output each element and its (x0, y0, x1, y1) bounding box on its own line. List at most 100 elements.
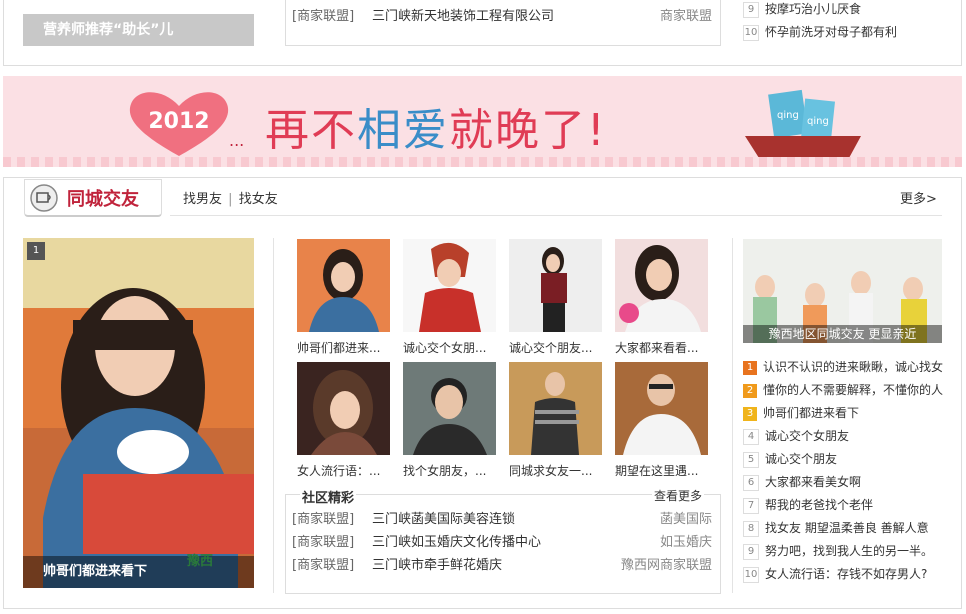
partner-row[interactable]: [商家联盟] 三门峡新天地装饰工程有限公司 商家联盟 (292, 6, 712, 28)
rank-text[interactable]: 认识不认识的进来瞅瞅，诚心找女 (763, 360, 943, 374)
site-watermark: 豫西 (187, 554, 214, 569)
community-name[interactable]: 三门峡如玉婚庆文化传播中心 (372, 532, 541, 554)
column-divider (732, 238, 733, 593)
stamp-text-2: qing (807, 116, 829, 127)
thumb-photo[interactable] (615, 362, 708, 455)
rank-text[interactable]: 帮我的老爸找个老伴 (765, 498, 873, 512)
rank-text[interactable]: 大家都来看美女啊 (765, 475, 861, 489)
rank-item[interactable]: 4 诚心交个女朋友 (743, 425, 943, 448)
thumb-caption[interactable]: 同城求女友一... (509, 462, 605, 479)
community-row[interactable]: [商家联盟] 三门峡如玉婚庆文化传播中心 如玉婚庆 (292, 532, 712, 554)
slogan-part-2: 相爱 (357, 105, 449, 156)
more-link[interactable]: 更多> (900, 188, 937, 207)
thumb-photo[interactable] (509, 362, 602, 455)
community-row[interactable]: [商家联盟] 三门峡市牵手鲜花婚庆 豫西网商家联盟 (292, 555, 712, 577)
section-title: 同城交友 (67, 189, 139, 210)
rank-number: 6 (743, 474, 759, 491)
nutrition-promo-link[interactable]: 营养师推荐“助长”儿 (23, 14, 254, 46)
rank-text[interactable]: 诚心交个朋友 (765, 452, 837, 466)
feature-caption[interactable]: 帅哥们都进来看下 (23, 556, 254, 588)
rank-number: 7 (743, 497, 759, 514)
slide-index: 1 (27, 242, 45, 260)
thumb-photo[interactable] (297, 362, 390, 455)
thumb-caption[interactable]: 诚心交个女朋... (403, 339, 499, 356)
rank-text[interactable]: 女人流行语：存钱不如存男人? (765, 567, 927, 581)
thumb-image (419, 242, 481, 332)
rank-item[interactable]: 3 帅哥们都进来看下 (743, 402, 943, 425)
rank-number: 5 (743, 451, 759, 468)
rank-item[interactable]: 10 女人流行语：存钱不如存男人? (743, 563, 943, 586)
promo-banner[interactable]: 2012 ... 再不相爱就晚了! qing qing (3, 76, 962, 167)
rank-item[interactable]: 6 大家都来看美女啊 (743, 471, 943, 494)
rank-number: 9 (743, 1, 759, 18)
thumb-image (619, 245, 701, 332)
partner-name[interactable]: 三门峡新天地装饰工程有限公司 (372, 6, 554, 28)
community-name[interactable]: 三门峡菡美国际美容连锁 (372, 509, 515, 531)
sub-nav: 找男友 | 找女友 (183, 188, 278, 207)
side-photo-caption[interactable]: 豫西地区同城交友 更显亲近 (743, 325, 942, 343)
cup-icon (30, 184, 58, 212)
rank-text[interactable]: 按摩巧治小儿厌食 (765, 2, 861, 16)
rank-text[interactable]: 诚心交个女朋友 (765, 429, 849, 443)
heart-2012-icon: 2012 ... (129, 92, 244, 156)
thumb-caption[interactable]: 找个女朋友，... (403, 462, 499, 479)
thumb-caption[interactable]: 女人流行语：... (297, 462, 393, 479)
rank-item[interactable]: 10 怀孕前洗牙对母子都有利 (743, 21, 897, 44)
thumb-image (413, 378, 487, 455)
thumb-image (541, 247, 567, 332)
thumb-caption[interactable]: 帅哥们都进来... (297, 339, 393, 356)
thumb-image (531, 372, 579, 455)
partner-source[interactable]: 商家联盟 (660, 6, 712, 28)
rank-item[interactable]: 2 懂你的人不需要解释，不懂你的人 (743, 379, 943, 402)
section-header: 同城交友 (24, 179, 162, 217)
feature-person-image (23, 238, 254, 588)
rank-text[interactable]: 找女友 期望温柔善良 善解人意 (765, 521, 929, 535)
thumb-image (309, 249, 379, 332)
community-source[interactable]: 豫西网商家联盟 (621, 555, 712, 577)
banner-slogan: 再不相爱就晚了! (265, 94, 607, 158)
thumb-photo[interactable] (403, 362, 496, 455)
top-partner-list: [商家联盟] 三门峡新天地装饰工程有限公司 商家联盟 (285, 0, 721, 46)
rank-item[interactable]: 9 努力吧，找到我人生的另一半。 (743, 540, 943, 563)
community-tag: [商家联盟] (292, 535, 355, 550)
rank-number: 3 (743, 406, 757, 421)
rank-text[interactable]: 怀孕前洗牙对母子都有利 (765, 25, 897, 39)
community-source[interactable]: 如玉婚庆 (660, 532, 712, 554)
thumb-photo[interactable] (297, 239, 390, 332)
community-tag: [商家联盟] (292, 512, 355, 527)
rank-text[interactable]: 懂你的人不需要解释，不懂你的人 (763, 383, 943, 397)
community-source[interactable]: 菡美国际 (660, 509, 712, 531)
thumb-caption[interactable]: 诚心交个朋友... (509, 339, 605, 356)
feature-photo[interactable]: 1 帅哥们都进来看下 豫西 (23, 238, 254, 588)
community-row[interactable]: [商家联盟] 三门峡菡美国际美容连锁 菡美国际 (292, 509, 712, 531)
banner-year: 2012 (148, 109, 209, 134)
slogan-part-3: 就晚了! (449, 105, 607, 156)
find-girlfriend-link[interactable]: 找女友 (239, 192, 278, 207)
thumb-caption[interactable]: 期望在这里遇... (615, 462, 711, 479)
header-divider (170, 215, 942, 216)
side-photo[interactable]: 豫西地区同城交友 更显亲近 (743, 239, 942, 343)
thumb-image (311, 370, 377, 455)
rank-item[interactable]: 1 认识不认识的进来瞅瞅，诚心找女 (743, 356, 943, 379)
thumb-photo[interactable] (615, 239, 708, 332)
rank-item[interactable]: 9 按摩巧治小儿厌食 (743, 0, 897, 21)
column-divider (273, 238, 274, 593)
community-name[interactable]: 三门峡市牵手鲜花婚庆 (372, 555, 502, 577)
rank-number: 8 (743, 520, 759, 537)
rank-item[interactable]: 5 诚心交个朋友 (743, 448, 943, 471)
rank-item[interactable]: 8 找女友 期望温柔善良 善解人意 (743, 517, 943, 540)
rank-number: 9 (743, 543, 759, 560)
slogan-part-1: 再不 (265, 105, 357, 156)
thumb-caption[interactable]: 大家都来看看... (615, 339, 711, 356)
thumb-photo[interactable] (403, 239, 496, 332)
banner-dotted-border (3, 157, 962, 167)
community-more-link[interactable]: 查看更多 (651, 487, 704, 504)
community-title: 社区精彩 (300, 487, 357, 506)
rank-text[interactable]: 帅哥们都进来看下 (763, 406, 859, 420)
rank-item[interactable]: 7 帮我的老爸找个老伴 (743, 494, 943, 517)
rank-text[interactable]: 努力吧，找到我人生的另一半。 (765, 544, 933, 558)
find-boyfriend-link[interactable]: 找男友 (183, 192, 222, 207)
rank-number: 1 (743, 360, 757, 375)
thumb-photo[interactable] (509, 239, 602, 332)
thumb-image (623, 374, 701, 455)
